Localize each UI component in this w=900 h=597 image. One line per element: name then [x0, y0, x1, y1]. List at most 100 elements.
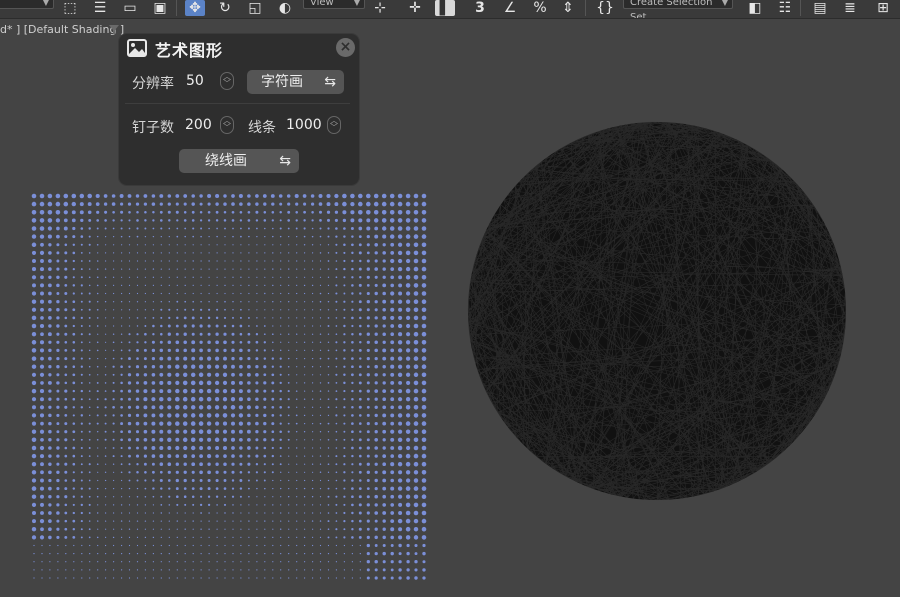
- ascii-glyph: [112, 447, 115, 449]
- ascii-glyph: [421, 380, 427, 386]
- ascii-glyph: [327, 406, 330, 409]
- ascii-glyph: [191, 210, 195, 214]
- ascii-glyph: [239, 446, 243, 450]
- ascii-glyph: [192, 276, 194, 278]
- ascii-glyph: [296, 349, 298, 351]
- ascii-glyph: [104, 390, 107, 392]
- ascii-glyph: [222, 388, 228, 394]
- ascii-art-button[interactable]: 字符画 ⇆: [247, 70, 344, 94]
- place-icon[interactable]: ◐: [275, 0, 295, 16]
- resolution-spinner[interactable]: ︿ ﹀: [220, 72, 234, 90]
- edit-named-selection-icon[interactable]: {}: [595, 0, 615, 16]
- rotate-icon[interactable]: ↻: [215, 0, 235, 16]
- rectangle-selection-icon[interactable]: ▭: [120, 0, 140, 16]
- filter-icon[interactable]: [108, 24, 120, 36]
- ascii-glyph: [113, 528, 115, 530]
- ascii-glyph: [47, 218, 53, 223]
- ascii-glyph: [96, 438, 99, 441]
- ascii-glyph: [382, 535, 386, 540]
- ascii-glyph: [343, 479, 346, 482]
- move-icon[interactable]: ✥: [185, 0, 205, 16]
- ascii-glyph: [342, 201, 347, 207]
- ascii-glyph: [359, 357, 362, 360]
- ascii-glyph: [389, 193, 395, 199]
- ascii-glyph: [175, 372, 180, 377]
- keyboard-shortcut-icon[interactable]: ▌: [435, 0, 455, 16]
- ascii-glyph: [398, 291, 403, 296]
- ascii-glyph: [48, 259, 52, 263]
- scale-icon[interactable]: ◱: [245, 0, 265, 16]
- ascii-glyph: [48, 462, 52, 466]
- ascii-glyph: [104, 455, 107, 457]
- ascii-glyph: [33, 569, 35, 571]
- ascii-glyph: [296, 325, 298, 327]
- ascii-glyph: [88, 430, 91, 433]
- ascii-glyph: [56, 356, 60, 361]
- named-selection-dropdown[interactable]: Create Selection Set ▼: [623, 0, 733, 18]
- ascii-glyph: [397, 486, 403, 491]
- snaps-toggle-icon[interactable]: 3: [470, 0, 490, 16]
- select-by-name-icon[interactable]: ☰: [90, 0, 110, 16]
- ascii-glyph: [232, 561, 234, 563]
- ascii-glyph: [373, 218, 379, 223]
- ascii-glyph: [296, 284, 298, 286]
- ascii-glyph: [304, 309, 306, 311]
- ascii-glyph: [263, 421, 267, 426]
- angle-snap-icon[interactable]: ∠: [500, 0, 520, 16]
- reference-coordinate-dropdown[interactable]: View ▼: [303, 0, 365, 9]
- ascii-glyph: [327, 357, 330, 360]
- ascii-glyph: [279, 365, 282, 368]
- ascii-glyph: [120, 301, 123, 303]
- ascii-glyph: [413, 535, 419, 540]
- ascii-glyph: [350, 193, 355, 199]
- ascii-glyph: [152, 301, 154, 303]
- nails-input[interactable]: 200: [185, 117, 212, 133]
- ascii-glyph: [397, 462, 403, 467]
- viewport-label[interactable]: d* ] [Default Shading ]: [0, 23, 124, 36]
- ascii-glyph: [343, 333, 346, 336]
- ascii-glyph: [358, 503, 362, 507]
- ascii-glyph: [80, 495, 83, 498]
- ascii-glyph: [176, 235, 179, 238]
- ascii-glyph: [351, 365, 354, 369]
- ascii-glyph: [95, 202, 100, 206]
- ascii-glyph: [144, 487, 147, 490]
- nails-spinner[interactable]: ︿ ﹀: [220, 116, 234, 134]
- ascii-glyph: [128, 463, 131, 466]
- ascii-glyph: [97, 569, 99, 571]
- resolution-input[interactable]: 50: [186, 73, 204, 89]
- select-object-icon[interactable]: ⬚: [60, 0, 80, 16]
- ascii-glyph: [255, 219, 259, 222]
- lines-input[interactable]: 1000: [286, 117, 322, 133]
- window-crossing-icon[interactable]: ▣: [150, 0, 170, 16]
- ascii-glyph: [40, 470, 44, 475]
- lines-spinner[interactable]: ︿ ﹀: [327, 116, 341, 134]
- mirror-icon[interactable]: ◧: [745, 0, 765, 16]
- select-manipulate-icon[interactable]: ✛: [405, 0, 425, 16]
- layer-explorer-icon[interactable]: ▤: [810, 0, 830, 16]
- close-icon[interactable]: ×: [336, 38, 355, 57]
- ascii-glyph: [405, 218, 411, 223]
- spinner-snap-icon[interactable]: ⇕: [558, 0, 578, 16]
- toggle-ribbon-icon[interactable]: ≣: [840, 0, 860, 16]
- ascii-glyph: [256, 317, 258, 319]
- align-icon[interactable]: ☷: [775, 0, 795, 16]
- ascii-glyph: [248, 561, 250, 563]
- pivot-icon[interactable]: ⊹: [370, 0, 390, 16]
- ascii-glyph: [343, 267, 346, 271]
- ascii-glyph: [255, 357, 259, 361]
- ascii-glyph: [47, 226, 52, 231]
- ascii-glyph: [248, 235, 250, 238]
- selection-filter-dropdown[interactable]: ▼: [0, 0, 54, 9]
- ascii-glyph: [359, 479, 362, 482]
- percent-snap-icon[interactable]: %: [530, 0, 550, 16]
- scene-explorer-icon[interactable]: ⊞: [873, 0, 893, 16]
- ascii-glyph: [64, 519, 68, 523]
- ascii-glyph: [231, 324, 235, 328]
- ascii-glyph: [167, 194, 172, 198]
- ascii-art-result[interactable]: [30, 192, 430, 582]
- string-art-button[interactable]: 绕线画 ⇆: [179, 149, 299, 173]
- string-art-result[interactable]: [464, 121, 850, 501]
- ascii-glyph: [206, 364, 212, 369]
- ascii-glyph: [64, 235, 68, 239]
